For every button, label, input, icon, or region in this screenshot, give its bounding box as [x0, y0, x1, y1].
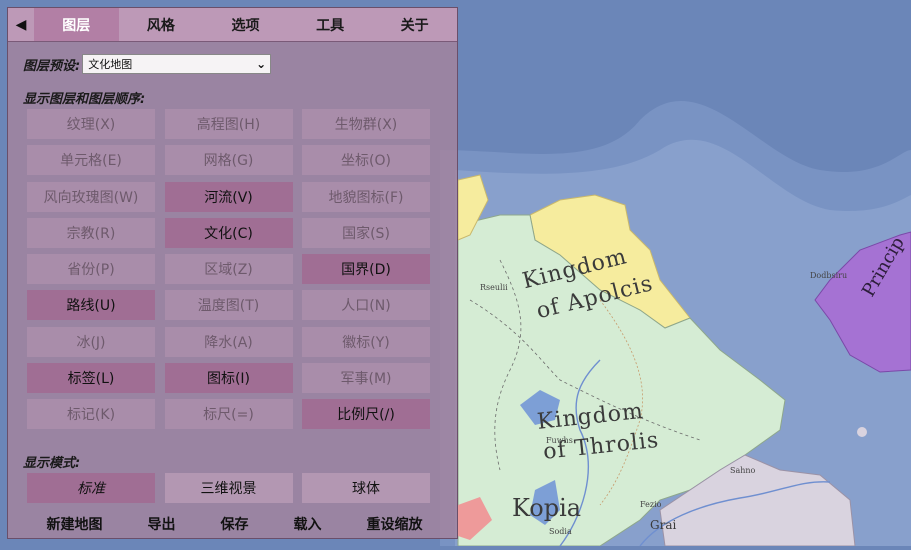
layer-toggle-ice[interactable]: 冰(J): [27, 326, 155, 357]
options-panel: ◀ 图层 风格 选项 工具 关于 图层预设: 文化地图 ⌄ 显示图层和图层顺序:…: [7, 7, 458, 539]
layer-toggle-ruler[interactable]: 标尺(=): [164, 399, 293, 430]
layer-preset-label: 图层预设:: [23, 58, 81, 74]
layer-toggle-borders[interactable]: 国界(D): [302, 254, 430, 285]
map-label-town[interactable]: Dodbsiru: [810, 271, 847, 280]
new-map-button[interactable]: 新建地图: [47, 514, 103, 534]
map-label-grai[interactable]: Grai: [650, 518, 676, 532]
load-button[interactable]: 载入: [294, 514, 322, 534]
layer-toggle-states[interactable]: 国家(S): [302, 217, 430, 248]
layer-preset-select[interactable]: 文化地图 ⌄: [82, 54, 272, 74]
layer-toggle-heightmap[interactable]: 高程图(H): [164, 109, 293, 139]
layer-toggle-markers[interactable]: 标记(K): [27, 399, 155, 430]
layer-toggle-cells[interactable]: 单元格(E): [27, 145, 155, 176]
tab-layers[interactable]: 图层: [34, 8, 119, 41]
view-mode-3d-button[interactable]: 三维视景: [164, 473, 293, 503]
map-label-town[interactable]: Fezio: [640, 500, 661, 509]
tab-options[interactable]: 选项: [203, 8, 288, 41]
layer-toggle-icons[interactable]: 图标(I): [164, 363, 293, 394]
layer-toggle-temperature[interactable]: 温度图(T): [164, 290, 293, 321]
layer-toggle-population[interactable]: 人口(N): [302, 290, 430, 321]
layer-preset-row: 图层预设: 文化地图 ⌄: [23, 54, 272, 74]
layer-toggle-scale-bar[interactable]: 比例尺(/): [302, 399, 430, 430]
action-bar: 新建地图 导出 保存 载入 重设缩放: [8, 514, 459, 534]
layer-toggle-provinces[interactable]: 省份(P): [27, 254, 155, 285]
export-button[interactable]: 导出: [148, 514, 176, 534]
layer-toggle-zones[interactable]: 区域(Z): [164, 254, 293, 285]
layer-toggle-religions[interactable]: 宗教(R): [27, 217, 155, 248]
layers-section-title: 显示图层和图层顺序:: [23, 92, 146, 107]
save-button[interactable]: 保存: [221, 514, 249, 534]
collapse-panel-button[interactable]: ◀: [8, 8, 34, 41]
tab-style[interactable]: 风格: [119, 8, 204, 41]
view-mode-standard-button[interactable]: 标准: [27, 473, 155, 503]
layer-toggle-biomes[interactable]: 生物群(X): [302, 109, 430, 139]
map-label-kopia[interactable]: Kopia: [512, 494, 581, 522]
layer-toggle-grid: 纹理(X) 高程图(H) 生物群(X) 单元格(E) 网格(G) 坐标(O) 风…: [27, 109, 430, 430]
tab-tools[interactable]: 工具: [288, 8, 373, 41]
map-label-town[interactable]: Sahno: [730, 466, 755, 475]
layer-toggle-precipitation[interactable]: 降水(A): [164, 326, 293, 357]
layer-toggle-routes[interactable]: 路线(U): [27, 290, 155, 321]
layer-toggle-relief[interactable]: 地貌图标(F): [302, 181, 430, 212]
layer-toggle-grid[interactable]: 网格(G): [164, 145, 293, 176]
layer-toggle-cultures[interactable]: 文化(C): [164, 217, 293, 248]
layer-toggle-military[interactable]: 军事(M): [302, 363, 430, 394]
layer-toggle-wind-rose[interactable]: 风向玫瑰图(W): [27, 181, 155, 212]
view-mode-title: 显示模式:: [23, 456, 81, 471]
reset-zoom-button[interactable]: 重设缩放: [367, 514, 423, 534]
layer-preset-value: 文化地图: [88, 58, 133, 71]
map-label-town[interactable]: Fuwhs: [546, 436, 573, 445]
layer-toggle-rivers[interactable]: 河流(V): [164, 181, 293, 212]
layer-toggle-texture[interactable]: 纹理(X): [27, 109, 155, 139]
tab-about[interactable]: 关于: [372, 8, 457, 41]
map-label-town[interactable]: Sodia: [549, 527, 572, 536]
layer-toggle-labels[interactable]: 标签(L): [27, 363, 155, 394]
chevron-down-icon: ⌄: [256, 57, 267, 71]
tab-bar: ◀ 图层 风格 选项 工具 关于: [8, 8, 457, 42]
layer-toggle-coordinates[interactable]: 坐标(O): [302, 145, 430, 176]
view-mode-row: 标准 三维视景 球体: [27, 473, 430, 503]
layer-toggle-emblems[interactable]: 徽标(Y): [302, 326, 430, 357]
map-label-town[interactable]: Rseulii: [480, 283, 508, 292]
view-mode-globe-button[interactable]: 球体: [302, 473, 430, 503]
